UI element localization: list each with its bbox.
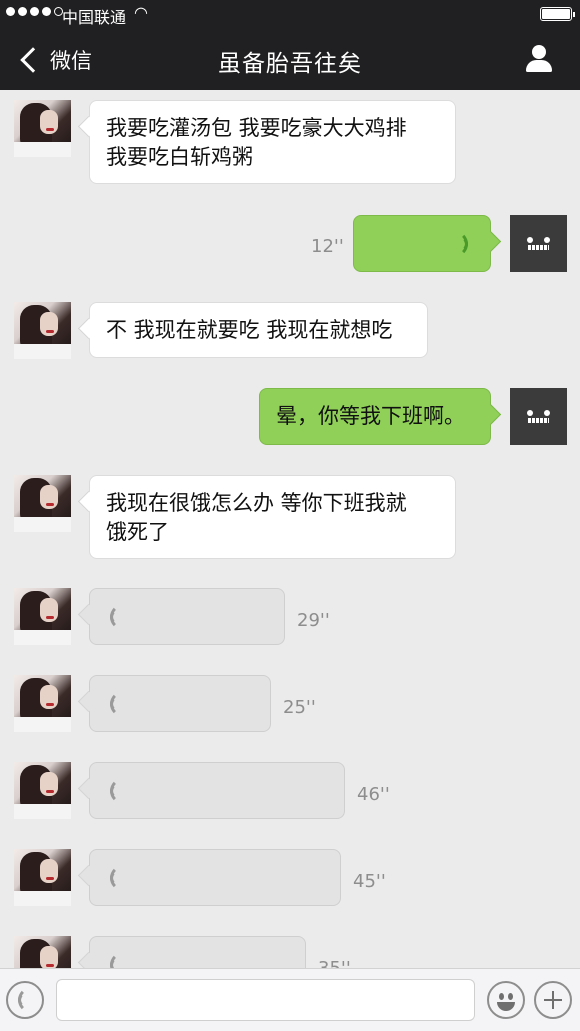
voice-duration: 12'' [311,236,344,257]
voice-wave-icon [110,604,136,630]
message-row: 晕，你等我下班啊。 [0,388,580,448]
carrier-name: 中国联通 [62,8,127,27]
message-row: 35'' [0,936,580,968]
message-row: 我要吃灌汤包 我要吃豪大大鸡排 我要吃白斩鸡粥 [0,100,580,190]
message-row: 不 我现在就要吃 我现在就想吃 [0,302,580,362]
emoji-button[interactable] [487,981,525,1019]
wifi-icon: ◠ [134,3,148,22]
incoming-voice-bubble[interactable] [89,675,271,732]
voice-duration: 29'' [297,610,330,631]
voice-wave-icon [442,231,468,257]
voice-duration: 46'' [357,784,390,805]
message-row: 25'' [0,675,580,735]
voice-wave-icon [110,952,136,968]
message-row: 12'' [0,215,580,275]
voice-icon [18,987,40,1013]
message-row: 29'' [0,588,580,648]
voice-duration: 25'' [283,697,316,718]
contact-avatar[interactable] [14,849,71,906]
message-text-line: 我要吃灌汤包 我要吃豪大大鸡排 [106,116,407,140]
incoming-voice-bubble[interactable] [89,849,341,906]
message-row: 46'' [0,762,580,822]
incoming-text-bubble[interactable]: 我现在很饿怎么办 等你下班我就 饿死了 [89,475,456,559]
incoming-voice-bubble[interactable] [89,762,345,819]
contact-avatar[interactable] [14,475,71,532]
emoji-icon [499,993,504,1000]
my-avatar[interactable] [510,215,567,272]
outgoing-text-bubble[interactable]: 晕，你等我下班啊。 [259,388,491,445]
input-bar [0,968,580,1031]
voice-duration: 35'' [318,958,351,968]
contact-avatar[interactable] [14,762,71,819]
contact-avatar[interactable] [14,100,71,157]
voice-duration: 45'' [353,871,386,892]
incoming-text-bubble[interactable]: 我要吃灌汤包 我要吃豪大大鸡排 我要吃白斩鸡粥 [89,100,456,184]
message-text-line: 晕，你等我下班啊。 [276,404,465,428]
chat-title: 虽备胎吾往矣 [218,51,362,77]
incoming-voice-bubble[interactable] [89,588,285,645]
voice-wave-icon [110,865,136,891]
contact-avatar[interactable] [14,588,71,645]
message-text-line: 不 我现在就要吃 我现在就想吃 [106,318,393,342]
voice-input-button[interactable] [6,981,44,1019]
chat-info-button[interactable] [524,44,554,74]
person-icon [532,45,546,59]
incoming-voice-bubble[interactable] [89,936,306,968]
signal-strength-icon [6,7,63,16]
contact-avatar[interactable] [14,302,71,359]
message-input[interactable] [56,979,475,1021]
message-row: 我现在很饿怎么办 等你下班我就 饿死了 [0,475,580,565]
message-text-line: 饿死了 [106,520,169,544]
message-text-line: 我要吃白斩鸡粥 [106,145,253,169]
battery-icon [540,7,575,21]
message-text-line: 我现在很饿怎么办 等你下班我就 [106,491,407,515]
message-row: 45'' [0,849,580,909]
nav-bar: 微信 虽备胎吾往矣 [0,30,580,90]
contact-avatar[interactable] [14,675,71,732]
voice-wave-icon [110,691,136,717]
contact-avatar[interactable] [14,936,71,968]
more-options-button[interactable] [534,981,572,1019]
incoming-text-bubble[interactable]: 不 我现在就要吃 我现在就想吃 [89,302,428,358]
status-bar: 中国联通 ◠ [0,0,580,30]
my-avatar[interactable] [510,388,567,445]
voice-wave-icon [110,778,136,804]
outgoing-voice-bubble[interactable] [353,215,491,272]
chat-history[interactable]: 我要吃灌汤包 我要吃豪大大鸡排 我要吃白斩鸡粥 12'' 不 我现在就要吃 我现… [0,90,580,968]
